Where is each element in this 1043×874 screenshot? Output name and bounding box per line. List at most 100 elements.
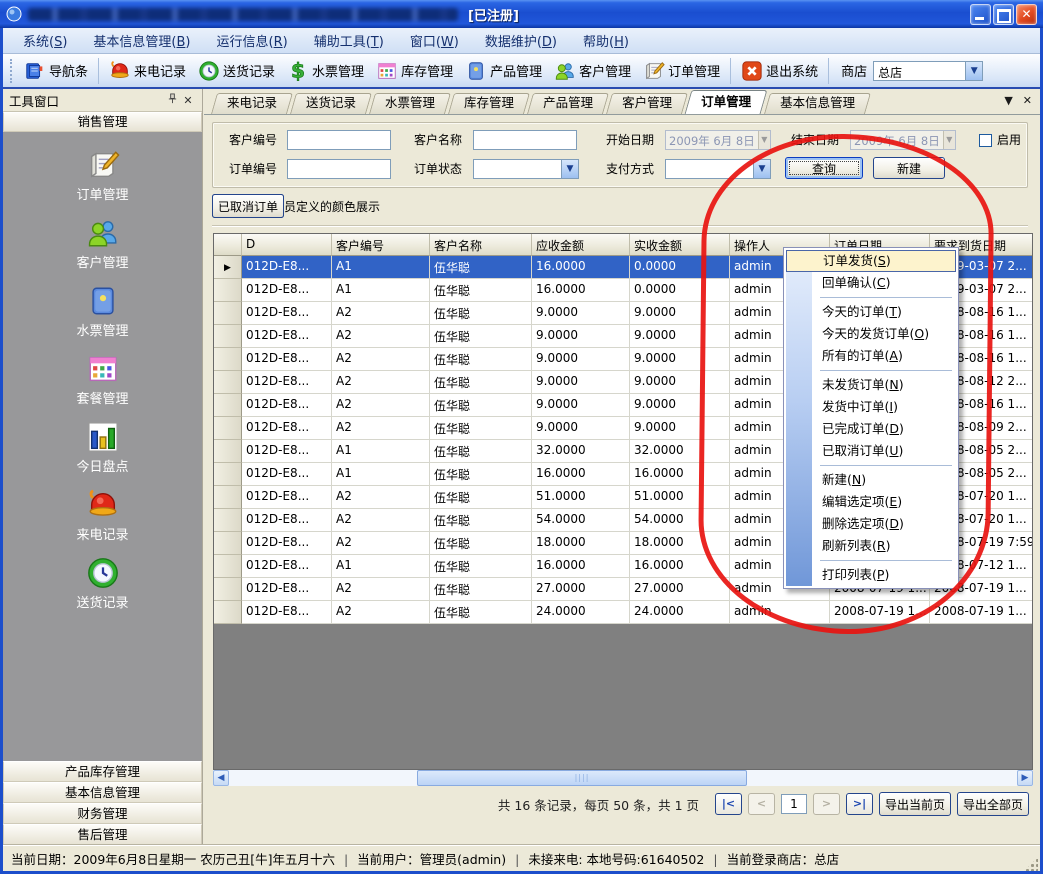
sidebar-item-delivery-log[interactable]: 送货记录 <box>3 556 202 611</box>
context-menu-item[interactable]: 今天的订单(T) <box>786 301 956 323</box>
menu-item[interactable]: 辅助工具(T) <box>304 28 394 53</box>
customer-no-input[interactable] <box>287 130 391 150</box>
row-selector[interactable] <box>214 279 242 302</box>
row-selector[interactable] <box>214 394 242 417</box>
context-menu-item[interactable]: 发货中订单(I) <box>786 396 956 418</box>
next-page-button[interactable]: > <box>813 793 840 815</box>
menu-item[interactable]: 基本信息管理(B) <box>83 28 200 53</box>
row-selector[interactable] <box>214 463 242 486</box>
export-current-page-button[interactable]: 导出当前页 <box>879 792 951 816</box>
order-no-input[interactable] <box>287 159 391 179</box>
context-menu-item[interactable] <box>786 367 956 374</box>
sidebar-item-customer-mgmt[interactable]: 客户管理 <box>3 216 202 271</box>
context-menu-item[interactable] <box>786 557 956 564</box>
resize-grip[interactable] <box>1024 857 1038 871</box>
row-selector[interactable] <box>214 578 242 601</box>
prev-page-button[interactable]: < <box>748 793 775 815</box>
export-all-pages-button[interactable]: 导出全部页 <box>957 792 1029 816</box>
context-menu-item[interactable]: 编辑选定项(E) <box>786 491 956 513</box>
toolbar-delivery-log-button[interactable]: 送货记录 <box>192 58 281 84</box>
toolbar-inventory-button[interactable]: 库存管理 <box>370 58 459 84</box>
row-selector[interactable] <box>214 256 242 279</box>
enable-checkbox[interactable] <box>979 134 992 147</box>
sidebar-section-button[interactable]: 财务管理 <box>3 803 202 824</box>
horizontal-scrollbar[interactable]: ◀ ▶ <box>213 770 1033 786</box>
menu-item[interactable]: 窗口(W) <box>400 28 469 53</box>
context-menu-item[interactable]: 新建(N) <box>786 469 956 491</box>
sidebar-item-order-mgmt[interactable]: 订单管理 <box>3 148 202 203</box>
scrollbar-track[interactable] <box>229 770 1017 786</box>
menu-item[interactable]: 数据维护(D) <box>475 28 567 53</box>
sidebar-item-daily-stock[interactable]: 今日盘点 <box>3 420 202 475</box>
sidebar-section-sales[interactable]: 销售管理 <box>3 112 202 132</box>
sidebar-item-call-log[interactable]: 来电记录 <box>3 488 202 543</box>
sidebar-item-package-mgmt[interactable]: 套餐管理 <box>3 352 202 407</box>
tab[interactable]: 产品管理 <box>530 93 606 114</box>
context-menu-item[interactable]: 今天的发货订单(O) <box>786 323 956 345</box>
toolbar-customer-button[interactable]: 客户管理 <box>548 58 637 84</box>
context-menu-item[interactable]: 已取消订单(U) <box>786 440 956 462</box>
tab[interactable]: 送货记录 <box>293 93 369 114</box>
order-status-select[interactable]: ▼ <box>473 159 579 179</box>
grid-column-header[interactable]: 应收金额 <box>532 234 630 256</box>
order-status-filter-button[interactable]: 已取消订单 <box>212 194 284 218</box>
tab[interactable]: 订单管理 <box>688 90 764 114</box>
context-menu-item[interactable]: 打印列表(P) <box>786 564 956 586</box>
new-button[interactable]: 新建 <box>873 157 945 179</box>
query-button[interactable]: 查询 <box>785 157 863 179</box>
maximize-button[interactable] <box>993 4 1014 25</box>
close-button[interactable] <box>1016 4 1037 25</box>
first-page-button[interactable]: |< <box>715 793 742 815</box>
context-menu-item[interactable]: 订单发货(S) <box>786 250 956 272</box>
toolbar-product-button[interactable]: 产品管理 <box>459 58 548 84</box>
start-date-picker[interactable]: 2009年 6月 8日 ▼ <box>665 130 771 150</box>
tab[interactable]: 库存管理 <box>451 93 527 114</box>
row-selector[interactable] <box>214 348 242 371</box>
grid-column-header[interactable]: 实收金额 <box>630 234 730 256</box>
menu-item[interactable]: 帮助(H) <box>573 28 639 53</box>
sidebar-item-ticket-mgmt[interactable]: 水票管理 <box>3 284 202 339</box>
row-selector[interactable] <box>214 302 242 325</box>
toolbar-exit-button[interactable]: 退出系统 <box>735 58 824 84</box>
row-selector[interactable] <box>214 555 242 578</box>
row-selector[interactable] <box>214 417 242 440</box>
row-selector[interactable] <box>214 509 242 532</box>
toolbar-ticket-button[interactable]: $ 水票管理 <box>281 58 370 84</box>
scroll-right-icon[interactable]: ▶ <box>1017 770 1033 786</box>
table-row[interactable]: 012D-E8... A2 伍华聪 24.0000 24.0000 admin … <box>214 601 1032 624</box>
context-menu-item[interactable] <box>786 294 956 301</box>
toolbar-nav-button[interactable]: 导航条 <box>18 58 94 84</box>
row-selector[interactable] <box>214 371 242 394</box>
end-date-picker[interactable]: 2009年 6月 8日 ▼ <box>850 130 956 150</box>
context-menu-item[interactable]: 删除选定项(D) <box>786 513 956 535</box>
context-menu-item[interactable]: 所有的订单(A) <box>786 345 956 367</box>
sidebar-section-button[interactable]: 基本信息管理 <box>3 782 202 803</box>
grid-column-header[interactable]: 客户名称 <box>430 234 532 256</box>
context-menu-item[interactable] <box>786 462 956 469</box>
tab[interactable]: 水票管理 <box>372 93 448 114</box>
minimize-button[interactable] <box>970 4 991 25</box>
page-number-input[interactable] <box>781 794 807 814</box>
row-selector[interactable] <box>214 532 242 555</box>
close-icon[interactable]: ✕ <box>180 94 196 107</box>
tab[interactable]: 来电记录 <box>214 93 290 114</box>
context-menu-item[interactable]: 刷新列表(R) <box>786 535 956 557</box>
tab[interactable]: 基本信息管理 <box>767 93 868 114</box>
menu-item[interactable]: 系统(S) <box>13 28 77 53</box>
scroll-left-icon[interactable]: ◀ <box>213 770 229 786</box>
chevron-down-icon[interactable]: ▼ <box>965 62 982 80</box>
row-selector[interactable] <box>214 325 242 348</box>
scrollbar-thumb[interactable] <box>417 770 747 786</box>
context-menu-item[interactable]: 已完成订单(D) <box>786 418 956 440</box>
toolbar-order-button[interactable]: 订单管理 <box>637 58 726 84</box>
pin-icon[interactable] <box>164 93 180 107</box>
row-selector[interactable] <box>214 486 242 509</box>
last-page-button[interactable]: >| <box>846 793 873 815</box>
shop-select[interactable]: 总店 ▼ <box>873 61 983 81</box>
sidebar-section-button[interactable]: 产品库存管理 <box>3 761 202 782</box>
tab-scroll-down-icon[interactable]: ▼ <box>1004 94 1012 107</box>
context-menu-item[interactable]: 回单确认(C) <box>786 272 956 294</box>
grid-column-header[interactable]: D <box>242 234 332 256</box>
grid-column-header[interactable]: 客户编号 <box>332 234 430 256</box>
row-selector[interactable] <box>214 601 242 624</box>
